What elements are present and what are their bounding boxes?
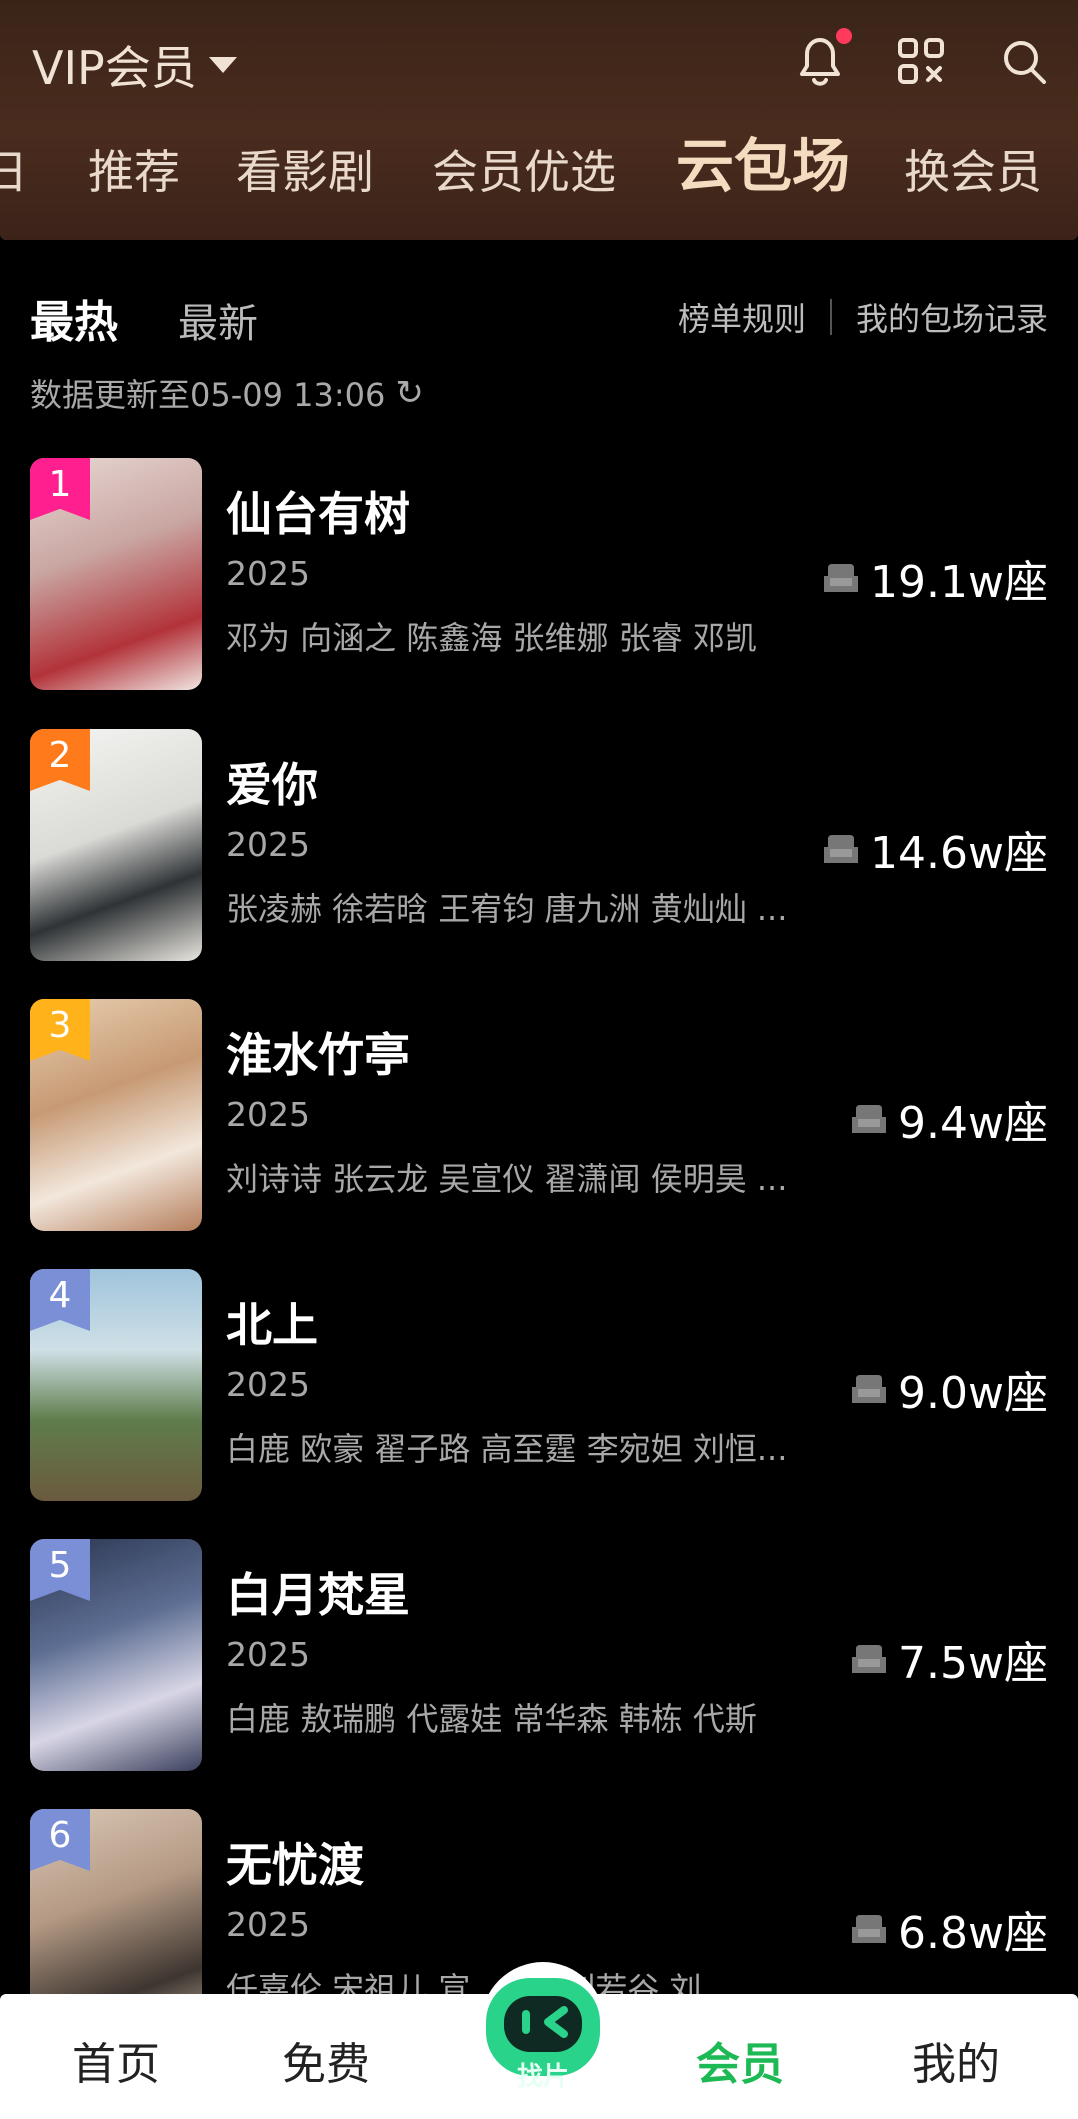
seat-count-text: 7.5w座	[898, 1638, 1048, 1689]
year: 2025	[226, 1365, 310, 1404]
poster-image: 4	[30, 1269, 202, 1501]
poster-image: 1	[30, 458, 202, 690]
top-actions	[792, 28, 1052, 92]
seat-icon	[852, 1645, 887, 1673]
notification-dot	[836, 28, 852, 44]
scan-button[interactable]	[894, 30, 950, 92]
seat-count: 14.6w座	[822, 817, 1048, 881]
divider	[829, 299, 832, 335]
mascot-label: 找片	[516, 2062, 569, 2092]
notification-button[interactable]	[792, 28, 852, 92]
rank-badge: 2	[30, 729, 90, 791]
ranking-item[interactable]: 3 淮水竹亭 2025 刘诗诗 张云龙 吴宣仪 翟潇闻 侯明昊 ... 9.4w…	[30, 999, 1048, 1231]
ranking-item[interactable]: 2 爱你 2025 张凌赫 徐若晗 王宥钧 唐九洲 黄灿灿 ... 14.6w座	[30, 729, 1048, 961]
year: 2025	[226, 1635, 310, 1674]
vip-dropdown[interactable]: VIP会员	[32, 32, 237, 98]
seat-icon	[824, 564, 859, 592]
seat-count-text: 6.8w座	[898, 1908, 1048, 1959]
seat-icon	[852, 1375, 887, 1403]
cast: 刘诗诗 张云龙 吴宣仪 翟潇闻 侯明昊 ...	[226, 1160, 788, 1198]
seat-count-text: 9.0w座	[898, 1368, 1048, 1419]
cast: 白鹿 敖瑞鹏 代露娃 常华森 韩栋 代斯	[226, 1700, 757, 1738]
seat-count: 19.1w座	[822, 546, 1048, 610]
chevron-down-icon	[208, 57, 237, 73]
cast: 白鹿 欧豪 翟子路 高至霆 李宛妲 刘恒...	[226, 1430, 788, 1468]
nav-member[interactable]: 会员	[696, 2028, 784, 2092]
header-links: 榜单规则 我的包场记录	[678, 294, 1048, 340]
nav-free[interactable]: 免费	[282, 2028, 370, 2092]
seat-count: 7.5w座	[850, 1627, 1048, 1691]
year: 2025	[226, 1095, 310, 1134]
seat-icon	[852, 1105, 887, 1133]
tab-member-picks[interactable]: 会员优选	[432, 140, 616, 204]
year: 2025	[226, 825, 310, 864]
ranking-item[interactable]: 5 白月梵星 2025 白鹿 敖瑞鹏 代露娃 常华森 韩栋 代斯 7.5w座	[30, 1539, 1048, 1771]
sort-new-tab[interactable]: 最新	[178, 291, 258, 349]
find-film-mascot-button[interactable]: 找片	[478, 1958, 608, 2108]
rank-badge: 3	[30, 999, 90, 1061]
rank-badge: 4	[30, 1269, 90, 1331]
title: 爱你	[226, 758, 318, 812]
seat-count: 6.8w座	[850, 1897, 1048, 1961]
refresh-icon[interactable]: ↻	[395, 373, 424, 413]
title: 仙台有树	[226, 487, 410, 541]
vip-label: VIP会员	[32, 41, 197, 95]
poster-image: 2	[30, 729, 202, 961]
poster-image: 5	[30, 1539, 202, 1771]
tab-cloud-screening[interactable]: 云包场	[676, 134, 850, 198]
rank-badge: 1	[30, 458, 90, 520]
nav-me[interactable]: 我的	[912, 2028, 1000, 2092]
nav-home[interactable]: 首页	[72, 2028, 160, 2092]
title: 北上	[226, 1298, 318, 1352]
seat-count-text: 14.6w座	[870, 828, 1048, 879]
rules-link[interactable]: 榜单规则	[678, 294, 806, 340]
search-button[interactable]	[996, 30, 1052, 92]
seat-icon	[824, 835, 859, 863]
seat-count: 9.4w座	[850, 1087, 1048, 1151]
tab-recommend[interactable]: 推荐	[88, 140, 180, 204]
ranking-item[interactable]: 1 仙台有树 2025 邓为 向涵之 陈鑫海 张维娜 张睿 邓凯 19.1w座	[30, 458, 1048, 690]
update-time-text: 数据更新至05-09 13:06	[30, 376, 386, 414]
channel-tabs: 日 推荐 看影剧 会员优选 云包场 换会员	[0, 134, 1078, 210]
tab-movies-series[interactable]: 看影剧	[236, 140, 374, 204]
title: 淮水竹亭	[226, 1028, 410, 1082]
tab-day[interactable]: 日	[0, 140, 28, 204]
scan-icon	[898, 38, 944, 84]
year: 2025	[226, 554, 310, 593]
title: 无忧渡	[226, 1838, 364, 1892]
sort-toggle: 最热 最新	[30, 286, 258, 350]
top-bar: VIP会员 日 推荐 看影剧 会员优选 云包场 换会员	[0, 0, 1078, 240]
year: 2025	[226, 1905, 310, 1944]
title: 白月梵星	[226, 1568, 410, 1622]
rank-badge: 6	[30, 1809, 90, 1871]
rank-badge: 5	[30, 1539, 90, 1601]
sort-hot-tab[interactable]: 最热	[30, 286, 118, 350]
seat-count: 9.0w座	[850, 1357, 1048, 1421]
search-icon	[1004, 41, 1046, 84]
seat-count-text: 19.1w座	[870, 557, 1048, 608]
my-records-link[interactable]: 我的包场记录	[856, 294, 1048, 340]
tab-switch-member[interactable]: 换会员	[904, 140, 1042, 204]
cast: 邓为 向涵之 陈鑫海 张维娜 张睿 邓凯	[226, 619, 757, 657]
update-time: 数据更新至05-09 13:06 ↻	[30, 370, 424, 416]
poster-image: 3	[30, 999, 202, 1231]
ranking-item[interactable]: 4 北上 2025 白鹿 欧豪 翟子路 高至霆 李宛妲 刘恒... 9.0w座	[30, 1269, 1048, 1501]
seat-icon	[852, 1915, 887, 1943]
cast: 张凌赫 徐若晗 王宥钧 唐九洲 黄灿灿 ...	[226, 890, 788, 928]
seat-count-text: 9.4w座	[898, 1098, 1048, 1149]
